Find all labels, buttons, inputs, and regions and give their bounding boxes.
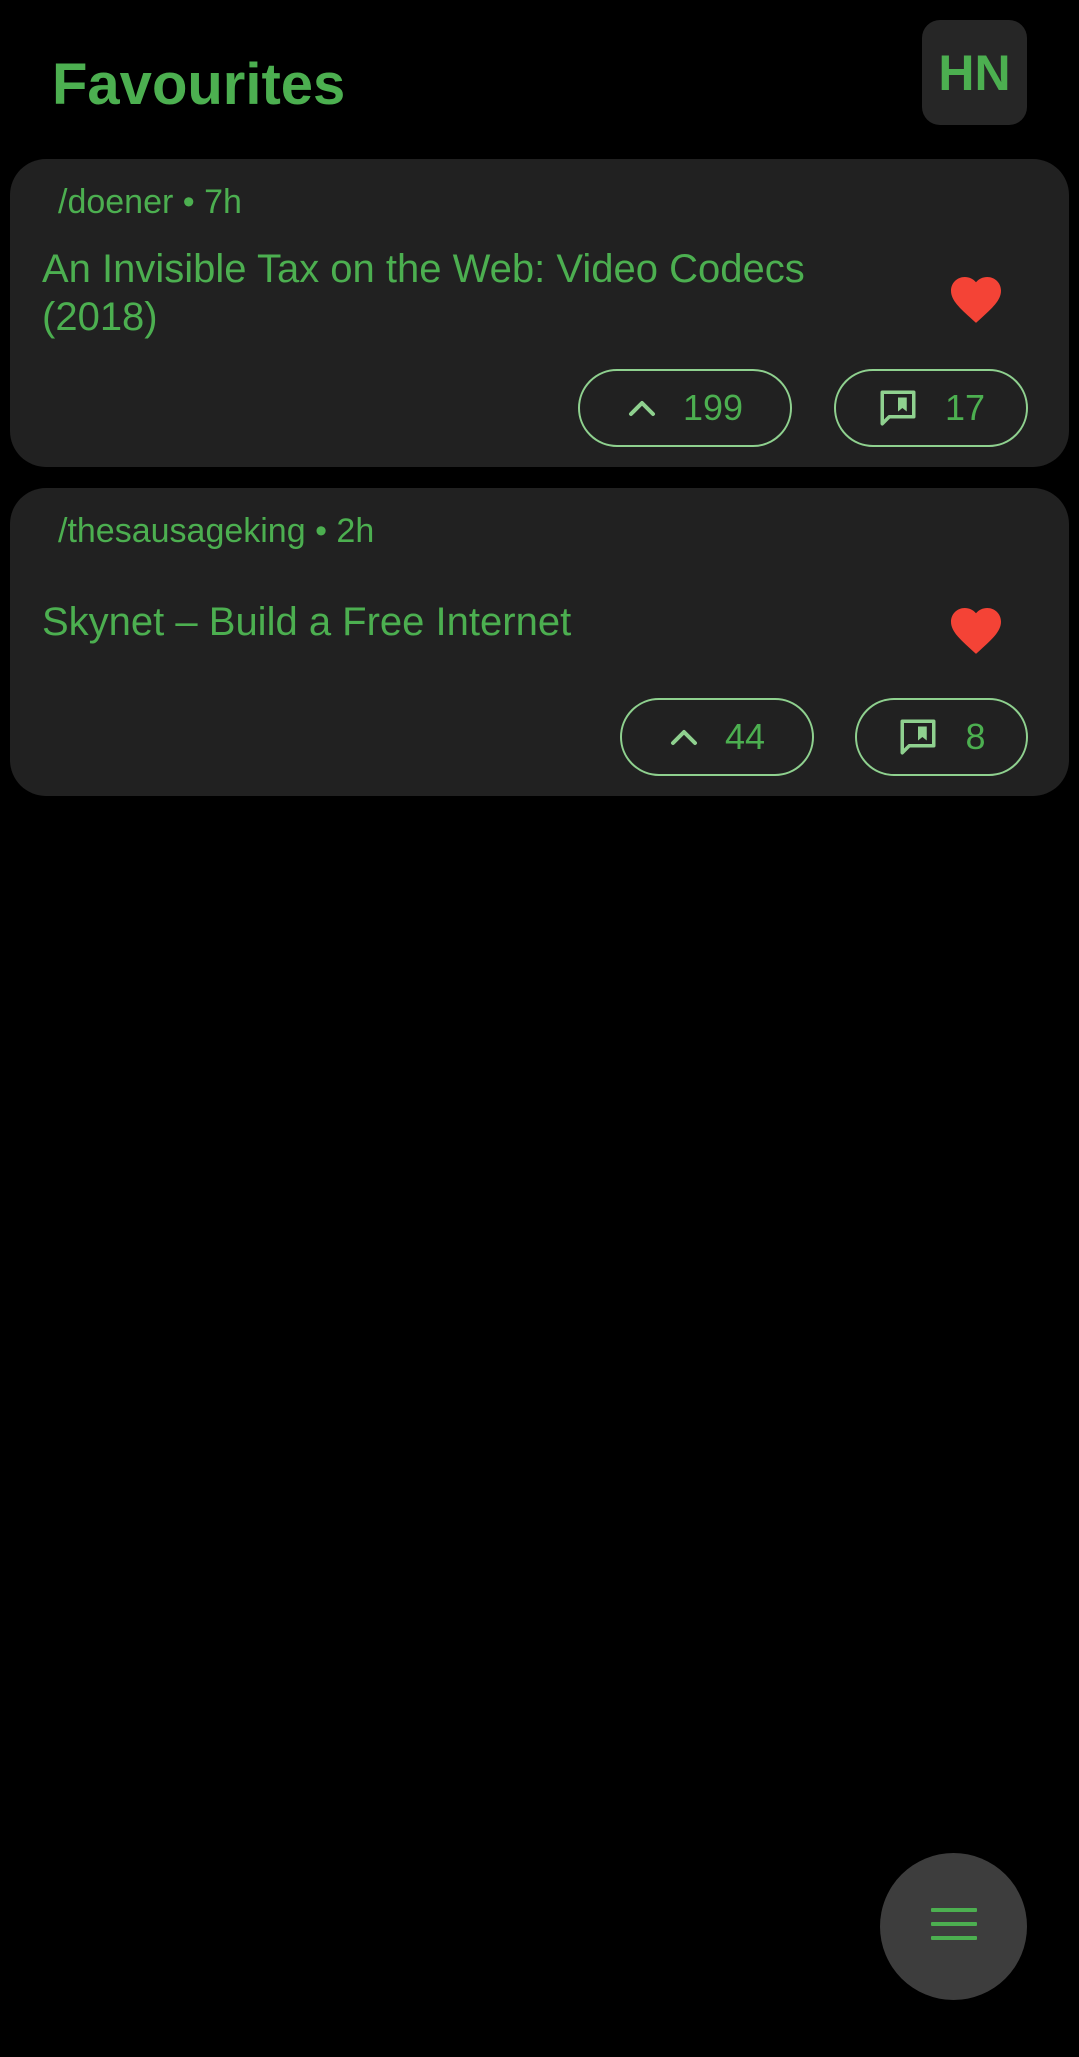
favourites-screen: Favourites HN /doener • 7h An Invisible …: [0, 0, 1079, 2057]
heart-icon[interactable]: [946, 600, 1006, 656]
comment-icon: [877, 387, 919, 429]
upvote-button[interactable]: 44: [620, 698, 814, 776]
story-title[interactable]: An Invisible Tax on the Web: Video Codec…: [42, 245, 872, 341]
comment-icon: [897, 716, 939, 758]
story-title[interactable]: Skynet – Build a Free Internet: [42, 598, 872, 646]
story-meta: /thesausageking • 2h: [58, 512, 375, 550]
story-meta: /doener • 7h: [58, 183, 242, 221]
comments-button[interactable]: 8: [855, 698, 1028, 776]
menu-icon: [930, 1906, 977, 1947]
hn-logo-button[interactable]: HN: [922, 20, 1027, 125]
comment-count: 8: [965, 716, 986, 757]
upvote-count: 44: [724, 716, 766, 757]
upvote-button[interactable]: 199: [578, 369, 792, 447]
page-title: Favourites: [52, 52, 346, 117]
chevron-up-icon: [627, 398, 657, 418]
app-header: Favourites HN: [0, 0, 1079, 160]
heart-icon[interactable]: [946, 269, 1006, 325]
menu-fab-button[interactable]: [880, 1853, 1027, 2000]
story-card[interactable]: /thesausageking • 2h Skynet – Build a Fr…: [10, 488, 1069, 796]
comment-count: 17: [944, 387, 986, 428]
upvote-count: 199: [682, 387, 744, 428]
comments-button[interactable]: 17: [834, 369, 1028, 447]
chevron-up-icon: [669, 727, 699, 747]
story-card[interactable]: /doener • 7h An Invisible Tax on the Web…: [10, 159, 1069, 467]
